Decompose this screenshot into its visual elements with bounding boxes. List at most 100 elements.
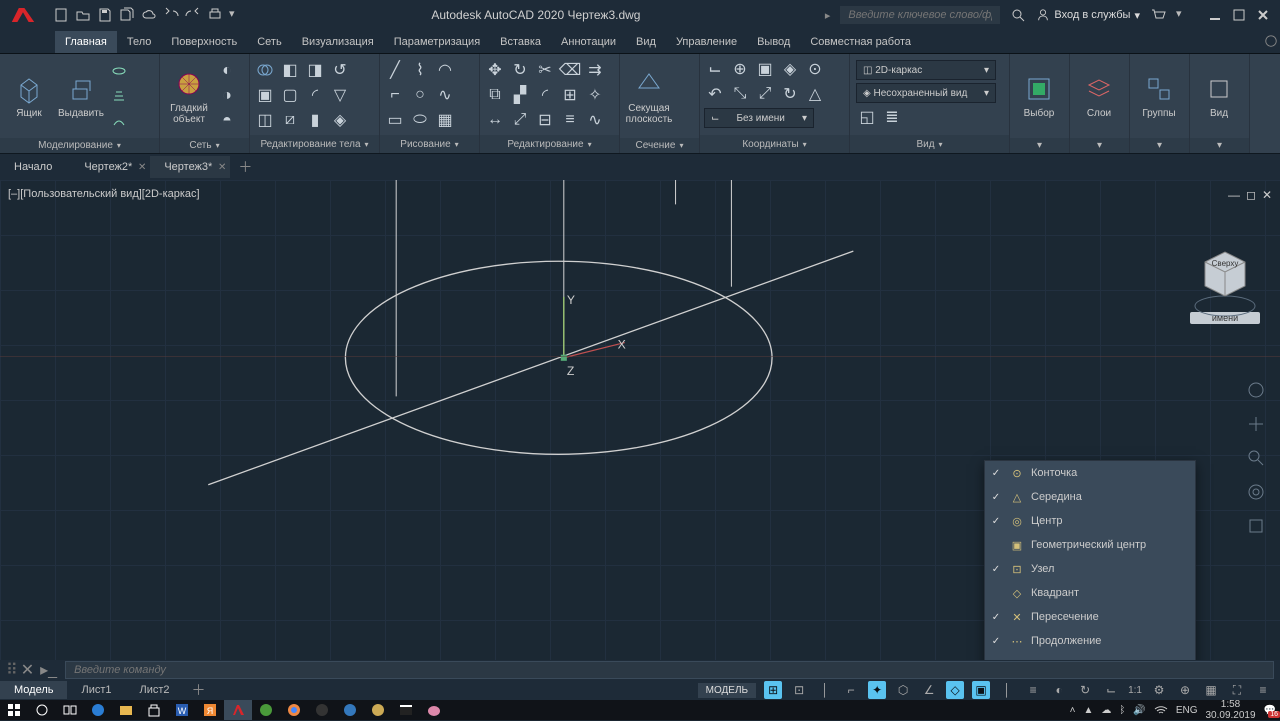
add-tab-button[interactable]: ＋	[230, 157, 260, 177]
offset-icon[interactable]: ⇉	[584, 59, 606, 81]
edge-icon[interactable]	[84, 700, 112, 720]
pan-icon[interactable]	[1246, 414, 1266, 434]
thicken-icon[interactable]: ▮	[304, 109, 326, 131]
panel-label-view[interactable]: Вид▾	[850, 135, 1009, 153]
move-icon[interactable]: ✥	[484, 59, 506, 81]
minimize-icon[interactable]	[1208, 8, 1222, 22]
line-icon[interactable]: ╱	[384, 59, 406, 81]
model-space-label[interactable]: МОДЕЛЬ	[698, 683, 756, 698]
mesh-refine-icon[interactable]: ◐	[216, 60, 238, 82]
cortana-icon[interactable]	[28, 700, 56, 720]
spline-icon[interactable]: ∿	[434, 84, 456, 106]
showmotion-icon[interactable]	[1246, 516, 1266, 536]
search-icon[interactable]	[1010, 7, 1026, 23]
notifications-icon[interactable]: 💬16	[1264, 705, 1276, 716]
redo-icon[interactable]	[185, 7, 201, 23]
panel-label-modify[interactable]: Редактирование▾	[480, 135, 619, 153]
panel-label-solidedit[interactable]: Редактирование тела▾	[250, 135, 379, 153]
select-button[interactable]: Выбор	[1014, 58, 1064, 134]
arc-icon[interactable]: ◠	[434, 59, 456, 81]
view-cube[interactable]: Сверху имени	[1190, 230, 1260, 324]
iso-toggle[interactable]: ⬡	[894, 681, 912, 699]
transparency-toggle[interactable]: ◐	[1050, 681, 1068, 699]
maximize-icon[interactable]	[1232, 8, 1246, 22]
osnap-item[interactable]: ◇Квадрант	[985, 581, 1195, 605]
add-layout-button[interactable]: ＋	[184, 680, 214, 700]
section-plane-button[interactable]: Секущая плоскость	[624, 58, 674, 134]
circle-icon[interactable]: ○	[409, 84, 431, 106]
zoom-icon[interactable]	[1246, 448, 1266, 468]
scale-combo[interactable]: 1:1	[1128, 681, 1142, 699]
cart-icon[interactable]	[1150, 7, 1166, 23]
ucs-world-icon[interactable]: ⊕	[729, 58, 751, 80]
panview-button[interactable]: Вид	[1194, 58, 1244, 134]
osnap-item[interactable]: ✓◎Центр	[985, 509, 1195, 533]
view-cube-icon[interactable]: ◱	[856, 106, 878, 128]
clapper-icon[interactable]	[392, 700, 420, 720]
ucs-icon[interactable]: ⌙	[704, 58, 726, 80]
ucs-prev-icon[interactable]: ↶	[704, 83, 726, 105]
mesh-dome-icon[interactable]: ◓	[216, 110, 238, 132]
start-icon[interactable]	[0, 700, 28, 720]
subtract-icon[interactable]: ◧	[279, 59, 301, 81]
tab-home[interactable]: Главная	[55, 31, 117, 53]
tab-insert[interactable]: Вставка	[490, 31, 551, 53]
chrome-icon[interactable]	[280, 700, 308, 720]
osnap-item[interactable]: ✓⊙Конточка	[985, 461, 1195, 485]
help-icon[interactable]: ▾	[1176, 7, 1192, 23]
ucs-toggle[interactable]: ⌙	[1102, 681, 1120, 699]
fillet-icon[interactable]: ◜	[534, 84, 556, 106]
tray-chevron-icon[interactable]: ˄	[1070, 705, 1076, 716]
panel-label-coords[interactable]: Координаты▾	[700, 135, 849, 153]
app-logo[interactable]	[0, 0, 45, 30]
ucs-y-icon[interactable]: ⤢	[754, 83, 776, 105]
workspace-icon[interactable]: ▦	[1202, 681, 1220, 699]
autocad-icon[interactable]	[224, 700, 252, 720]
tab-drawing2[interactable]: Чертеж2*✕	[70, 156, 150, 178]
tab-solid[interactable]: Тело	[117, 31, 162, 53]
tab-layout2[interactable]: Лист2	[126, 681, 184, 699]
ucs-origin-icon[interactable]: ⊙	[804, 58, 826, 80]
orbit-icon[interactable]	[1246, 380, 1266, 400]
osnap-item[interactable]: ▣Геометрический центр	[985, 533, 1195, 557]
intersect-icon[interactable]: ◨	[304, 59, 326, 81]
close-icon[interactable]	[1256, 8, 1270, 22]
array-icon[interactable]: ⊞	[559, 84, 581, 106]
app2-icon[interactable]	[308, 700, 336, 720]
paint-icon[interactable]	[420, 700, 448, 720]
ucs-x-icon[interactable]: ⤡	[729, 83, 751, 105]
utorrent-icon[interactable]	[252, 700, 280, 720]
tab-view[interactable]: Вид	[626, 31, 666, 53]
ucs-view-icon[interactable]: ◈	[779, 58, 801, 80]
copy-icon[interactable]: ⧉	[484, 84, 506, 106]
align-icon[interactable]: ≡	[559, 109, 581, 131]
tab-layout1[interactable]: Лист1	[67, 681, 125, 699]
groups-button[interactable]: Группы	[1134, 58, 1184, 134]
history-icon[interactable]: ↺	[329, 59, 351, 81]
close-icon[interactable]: ✕	[218, 162, 226, 173]
smooth-button[interactable]: Гладкий объект	[164, 58, 214, 134]
cmdbar-grip[interactable]: ⠿	[6, 660, 17, 680]
customize-icon[interactable]: ≡	[1254, 681, 1272, 699]
qat-menu-icon[interactable]: ▾	[229, 7, 245, 23]
search-input[interactable]	[840, 6, 1000, 24]
wifi-icon[interactable]	[1154, 705, 1168, 715]
tab-model[interactable]: Модель	[0, 681, 67, 699]
lang-label[interactable]: ENG	[1176, 705, 1198, 716]
media-icon[interactable]	[336, 700, 364, 720]
volume-icon[interactable]: 🔊	[1133, 705, 1145, 716]
explode-icon[interactable]: ✧	[584, 84, 606, 106]
osnap-item[interactable]: ✓⊡Узел	[985, 557, 1195, 581]
slice-icon[interactable]: ⧄	[279, 109, 301, 131]
open-icon[interactable]	[75, 7, 91, 23]
panel-label-modeling[interactable]: Моделирование▾	[0, 138, 159, 153]
annoscale-icon[interactable]: ⊕	[1176, 681, 1194, 699]
mesh-crease-icon[interactable]: ◑	[216, 85, 238, 107]
steeringwheel-icon[interactable]	[1246, 482, 1266, 502]
grid-toggle[interactable]: ⊞	[764, 681, 782, 699]
tab-surface[interactable]: Поверхность	[161, 31, 247, 53]
osnap3d-toggle[interactable]: ▣	[972, 681, 990, 699]
tab-mesh[interactable]: Сеть	[247, 31, 291, 53]
tab-annotate[interactable]: Аннотации	[551, 31, 626, 53]
yandex-icon[interactable]: Я	[196, 700, 224, 720]
